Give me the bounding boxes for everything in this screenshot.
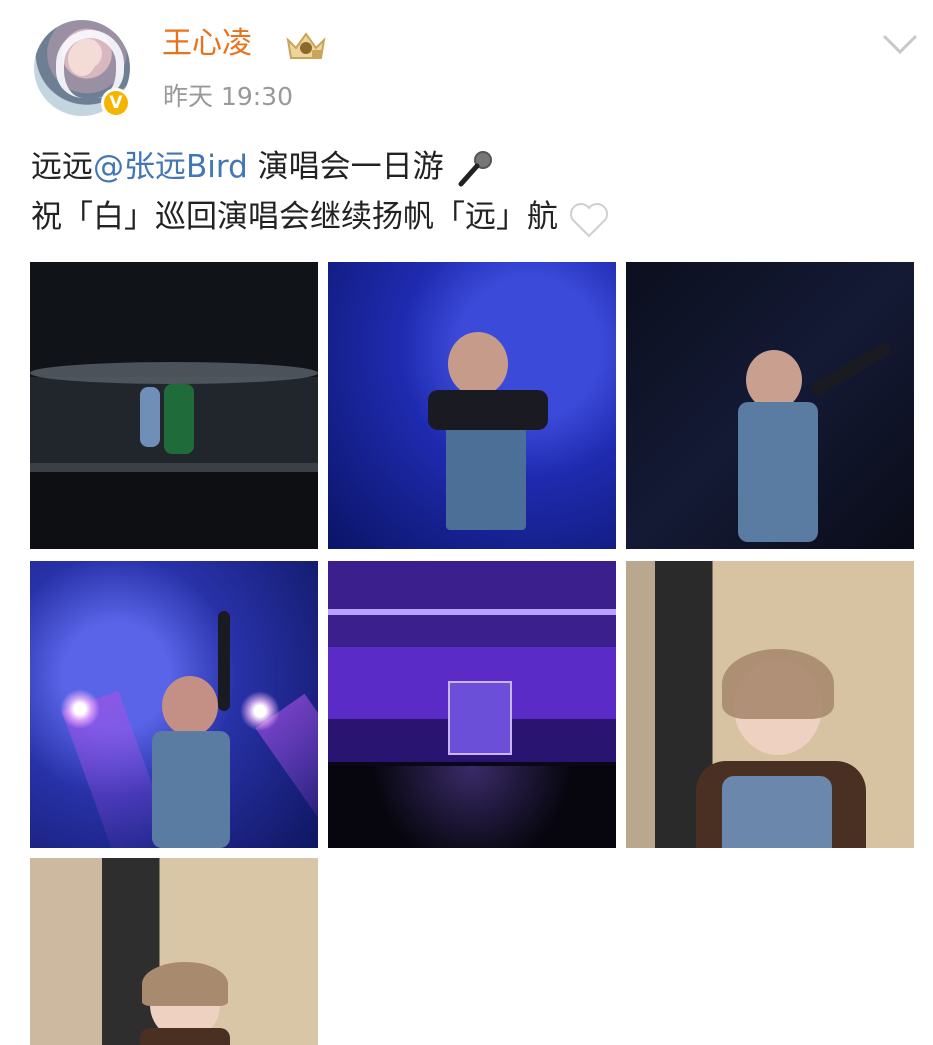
singer-head [162, 676, 218, 736]
audience [328, 766, 616, 848]
chevron-down-icon[interactable] [882, 32, 918, 56]
author-name[interactable]: 王心凌 [162, 24, 252, 64]
verified-badge-icon: V [101, 88, 131, 118]
stage-screen [448, 681, 512, 755]
post-line-1-prefix: 远远 [31, 149, 93, 185]
post-line-2-text: 祝「白」巡回演唱会继续扬帆「远」航 [31, 199, 558, 235]
selfie-dress [722, 776, 832, 848]
arena-purple-photo[interactable] [328, 561, 616, 848]
stage-truss [30, 362, 318, 384]
microphone-icon [458, 150, 493, 186]
singer-head [746, 350, 802, 410]
singer-wave-dark-photo[interactable] [626, 262, 914, 549]
post-line-1: 远远@张远Bird 演唱会一日游 [31, 142, 911, 192]
crown-badge-icon [286, 32, 326, 59]
selfie-top [140, 1028, 230, 1045]
white-heart-icon [569, 202, 608, 237]
stage-duo-photo[interactable] [30, 262, 318, 549]
selfie-hair [722, 649, 834, 719]
singer-dress [152, 731, 230, 848]
singer-dress [738, 402, 818, 542]
backstage-selfie-photo-2[interactable] [30, 858, 318, 1045]
backstage-selfie-photo[interactable] [626, 561, 914, 848]
singer-top [428, 390, 548, 430]
post-timestamp: 昨天 19:30 [163, 82, 293, 111]
post-body: 远远@张远Bird 演唱会一日游 祝「白」巡回演唱会继续扬帆「远」航 [31, 142, 911, 242]
singer-raised-arm [218, 611, 230, 711]
singer-blue-stage-photo[interactable] [328, 262, 616, 549]
selfie-hair [142, 962, 228, 1006]
spotlight-right [240, 691, 280, 731]
post-line-2: 祝「白」巡回演唱会继续扬帆「远」航 [31, 192, 911, 242]
singer-spotlights-photo[interactable] [30, 561, 318, 848]
person-right [164, 384, 194, 454]
light-rig [328, 609, 616, 615]
mention-link[interactable]: @张远Bird [93, 149, 248, 185]
stage-floor [30, 472, 318, 549]
person-left [140, 387, 160, 447]
post-line-1-suffix: 演唱会一日游 [247, 149, 444, 185]
avatar-face [68, 42, 96, 76]
singer-arm [808, 340, 894, 398]
singer-head [448, 332, 508, 396]
post-header: V 王心凌 昨天 19:30 [0, 0, 933, 130]
spotlight-left [60, 689, 100, 729]
